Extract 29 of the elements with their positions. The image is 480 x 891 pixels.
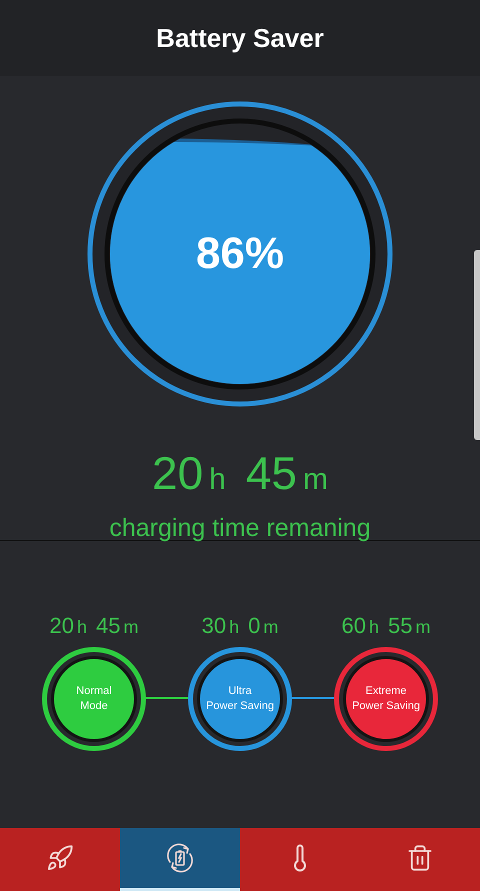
rocket-icon (46, 844, 74, 872)
battery-percent: 86% (196, 229, 284, 279)
mode-label: Normal Mode (76, 684, 112, 714)
time-unit: m (263, 617, 278, 638)
time-value: 45 (246, 446, 298, 500)
mode-time-value: 55 (388, 613, 412, 639)
time-value: 20 (152, 446, 204, 500)
remaining-caption: charging time remaning (109, 514, 371, 543)
time-unit: m (303, 463, 328, 497)
time-unit: m (415, 617, 430, 638)
mode-time-value: 20 (50, 613, 74, 639)
battery-refresh-icon (164, 842, 196, 874)
mode-button[interactable]: Normal Mode (42, 647, 146, 751)
mode-time-value: 30 (202, 613, 226, 639)
nav-tab[interactable] (120, 828, 240, 891)
mode-label: Extreme Power Saving (352, 684, 420, 714)
mode-time-value: 45 (96, 613, 120, 639)
time-unit: m (123, 617, 138, 638)
mode-button[interactable]: Ultra Power Saving (188, 647, 292, 751)
trash-icon (406, 844, 434, 872)
time-unit: h (229, 617, 240, 638)
mode-button[interactable]: Extreme Power Saving (334, 647, 438, 751)
app-title: Battery Saver (156, 22, 324, 54)
time-unit: h (209, 463, 226, 497)
time-unit: h (76, 617, 87, 638)
time-unit: h (368, 617, 379, 638)
mode-label: Ultra Power Saving (206, 684, 274, 714)
mode-time-value: 60 (342, 613, 366, 639)
mode-time-value: 0 (248, 613, 260, 639)
